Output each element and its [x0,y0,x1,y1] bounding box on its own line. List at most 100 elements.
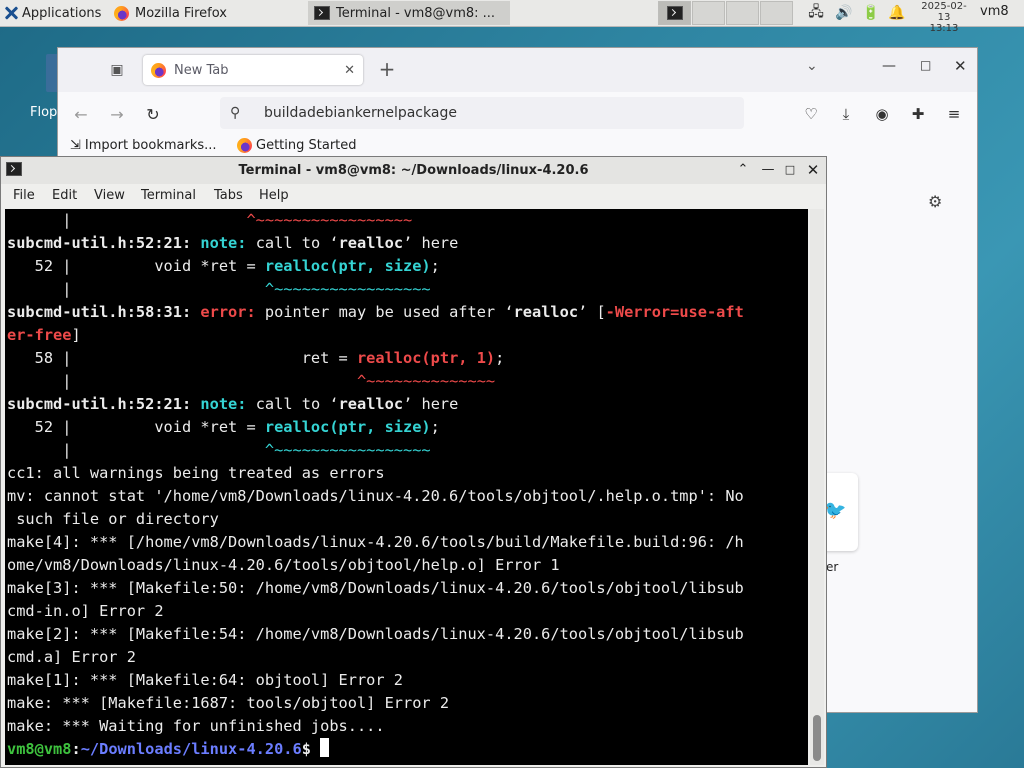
firefox-icon [151,62,166,78]
terminal-text: cmd.a] Error 2 [7,648,136,666]
terminal-line: 52 | void *ret = realloc(ptr, size); [7,416,744,439]
account-icon[interactable]: ◉ [871,103,893,125]
menu-tabs[interactable]: Tabs [214,188,243,203]
terminal-text: ome/vm8/Downloads/linux-4.20.6/tools/obj… [7,556,560,574]
taskbar-firefox-label: Mozilla Firefox [135,5,227,21]
taskbar-terminal-button[interactable]: Terminal - vm8@vm8: ... [308,1,510,25]
terminal-text: : [71,740,81,758]
user-menu[interactable]: vm8 [980,4,1009,19]
url-text[interactable]: buildadebiankernelpackage [264,105,457,121]
clock[interactable]: 2025-02-13 13:13 [916,1,972,34]
workspace-3-button[interactable] [726,1,759,25]
new-tab-icon[interactable]: + [376,58,398,82]
terminal-text: realloc(ptr, 1) [356,349,496,367]
terminal-text: | [7,211,247,229]
workspace-2-button[interactable] [692,1,725,25]
clock-time: 13:13 [929,23,959,34]
terminal-text: cc1: all warnings being treated as error… [7,464,385,482]
terminal-text: make: *** [Makefile:1687: tools/objtool]… [7,694,450,712]
terminal-lines: | ^~~~~~~~~~~~~~~~~~ subcmd-util.h:52:21:… [7,209,744,761]
terminal-text: realloc(ptr, size) [264,418,431,436]
terminal-text: ’ [ [578,303,606,321]
terminal-line: such file or directory [7,508,744,531]
workspace-4-button[interactable] [760,1,793,25]
terminal-text: error: [200,303,256,321]
bookmark-getting-started-label: Getting Started [256,138,357,153]
url-bar[interactable]: ⚲ buildadebiankernelpackage [220,97,744,129]
notification-bell-icon[interactable]: 🔔 [886,0,908,26]
terminal-output[interactable]: | ^~~~~~~~~~~~~~~~~~ subcmd-util.h:52:21:… [5,209,808,765]
menu-help[interactable]: Help [259,188,289,203]
forward-arrow-icon[interactable]: → [106,103,128,125]
hamburger-menu-icon[interactable]: ≡ [943,103,965,125]
reload-icon[interactable]: ↻ [142,103,164,125]
chevron-up-icon[interactable]: ⌃ [735,162,751,178]
terminal-text: subcmd-util.h:58:31: [7,303,192,321]
terminal-text: ’ here [403,234,459,252]
terminal-line: mv: cannot stat '/home/vm8/Downloads/lin… [7,485,744,508]
terminal-titlebar[interactable]: Terminal - vm8@vm8: ~/Downloads/linux-4.… [1,157,826,185]
chevron-down-icon[interactable]: ⌄ [806,58,818,74]
close-icon[interactable]: ✕ [954,57,967,75]
terminal-text: make: *** Waiting for unfinished jobs...… [7,717,385,735]
terminal-line: ome/vm8/Downloads/linux-4.20.6/tools/obj… [7,554,744,577]
bookmark-import[interactable]: ⇲ Import bookmarks... [70,138,217,153]
menu-file[interactable]: File [13,188,35,203]
terminal-text: call to ‘ [246,234,339,252]
minimize-icon[interactable]: — [882,58,896,74]
terminal-line: vm8@vm8:~/Downloads/linux-4.20.6$ [7,738,744,761]
terminal-text: ^~~~~~~~~~~~~~~~~~ [246,211,413,229]
terminal-text: | [7,441,265,459]
menu-edit[interactable]: Edit [52,188,77,203]
terminal-line: make[2]: *** [Makefile:54: /home/vm8/Dow… [7,623,744,646]
terminal-text: realloc [338,234,404,252]
download-icon[interactable]: ⤓ [835,103,857,125]
terminal-text: subcmd-util.h:52:21: [7,395,192,413]
close-icon[interactable]: ✕ [805,162,821,178]
network-icon[interactable]: 🖧 [805,0,827,26]
terminal-line: make: *** Waiting for unfinished jobs...… [7,715,744,738]
minimize-icon[interactable]: — [760,162,776,178]
terminal-icon [666,6,683,20]
terminal-cursor [320,738,330,757]
workspace-1-button[interactable] [658,1,691,25]
gear-icon[interactable]: ⚙ [928,192,942,211]
terminal-scrollbar[interactable] [810,209,824,765]
terminal-text: ; [430,418,440,436]
menu-terminal[interactable]: Terminal [141,188,196,203]
extensions-icon[interactable]: ✚ [907,103,929,125]
tab-new-tab[interactable]: New Tab ✕ [143,55,363,85]
shortcut-label: er [826,560,839,574]
scrollbar-thumb[interactable] [813,715,821,761]
terminal-line: | ^~~~~~~~~~~~~~~~~~ [7,439,744,462]
terminal-text: ^~~~~~~~~~~~~~~~~~ [264,280,431,298]
taskbar-terminal-label: Terminal - vm8@vm8: ... [336,5,496,21]
terminal-line: subcmd-util.h:52:21: note: call to ‘real… [7,393,744,416]
battery-icon[interactable]: 🔋 [860,0,882,26]
terminal-text: note: [200,395,247,413]
pocket-icon[interactable]: ♡ [800,103,822,125]
terminal-text: 52 | void *ret = [7,257,265,275]
tab-close-icon[interactable]: ✕ [344,63,355,78]
terminal-line: subcmd-util.h:58:31: error: pointer may … [7,301,744,324]
terminal-line: | ^~~~~~~~~~~~~~~ [7,370,744,393]
back-arrow-icon[interactable]: ← [70,103,92,125]
terminal-text: 58 | ret = [7,349,357,367]
maximize-icon[interactable]: □ [782,162,798,178]
applications-menu-button[interactable]: Applications [0,0,101,26]
terminal-line: | ^~~~~~~~~~~~~~~~~~ [7,209,744,232]
tab-label: New Tab [174,62,229,78]
firefox-view-icon[interactable]: ▣ [108,61,126,79]
taskbar-firefox-button[interactable]: Mozilla Firefox [108,1,308,25]
terminal-text: note: [200,234,247,252]
volume-icon[interactable]: 🔊 [833,0,855,26]
maximize-icon[interactable]: □ [920,58,931,72]
terminal-line: cmd.a] Error 2 [7,646,744,669]
desktop-icon-label[interactable]: Flop [30,105,57,120]
bookmark-getting-started[interactable]: Getting Started [237,138,357,153]
menu-view[interactable]: View [94,188,125,203]
terminal-text: call to ‘ [246,395,339,413]
xfce-icon [4,6,18,20]
firefox-tab-bar: ▣ New Tab ✕ + ⌄ — □ ✕ [58,48,977,92]
terminal-text: mv: cannot stat '/home/vm8/Downloads/lin… [7,487,744,505]
